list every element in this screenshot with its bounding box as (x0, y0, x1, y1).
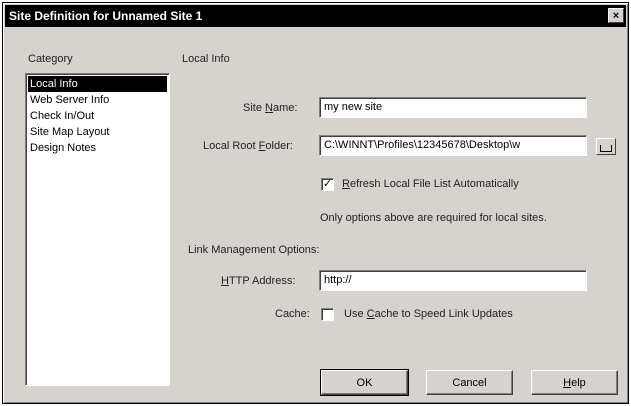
title-bar[interactable]: Site Definition for Unnamed Site 1 × (5, 5, 626, 27)
local-sites-note: Only options above are required for loca… (320, 212, 547, 224)
ok-button[interactable]: OK (320, 369, 409, 396)
category-item-check-in-out[interactable]: Check In/Out (28, 108, 167, 124)
site-name-field[interactable]: my new site (319, 97, 587, 118)
http-address-label: HTTP Address: (221, 275, 296, 287)
cache-checkbox[interactable] (321, 308, 334, 321)
site-name-label: Site Name: (243, 102, 298, 114)
close-icon: × (612, 9, 620, 22)
category-item-site-map-layout[interactable]: Site Map Layout (28, 124, 167, 140)
refresh-label[interactable]: Refresh Local File List Automatically (342, 178, 519, 190)
browse-folder-button[interactable] (596, 138, 616, 155)
cancel-button[interactable]: Cancel (426, 370, 513, 395)
cache-option-label[interactable]: Use Cache to Speed Link Updates (344, 308, 513, 320)
category-item-web-server-info[interactable]: Web Server Info (28, 92, 167, 108)
http-address-field[interactable]: http:// (319, 270, 587, 291)
local-root-folder-field[interactable]: C:\WINNT\Profiles\12345678\Desktop\w (319, 135, 587, 156)
folder-icon (600, 145, 612, 152)
category-item-local-info[interactable]: Local Info (28, 76, 167, 92)
local-root-folder-label: Local Root Folder: (203, 140, 293, 152)
cache-label: Cache: (275, 308, 310, 320)
category-list[interactable]: Local Info Web Server Info Check In/Out … (25, 73, 170, 386)
refresh-checkbox[interactable]: ✓ (321, 178, 334, 191)
dialog-title: Site Definition for Unnamed Site 1 (9, 9, 203, 23)
category-label: Category (28, 53, 73, 65)
panel-heading: Local Info (182, 53, 230, 65)
help-button[interactable]: Help (531, 370, 618, 395)
link-management-label: Link Management Options: (188, 244, 320, 256)
close-button[interactable]: × (608, 8, 624, 23)
category-item-design-notes[interactable]: Design Notes (28, 140, 167, 156)
